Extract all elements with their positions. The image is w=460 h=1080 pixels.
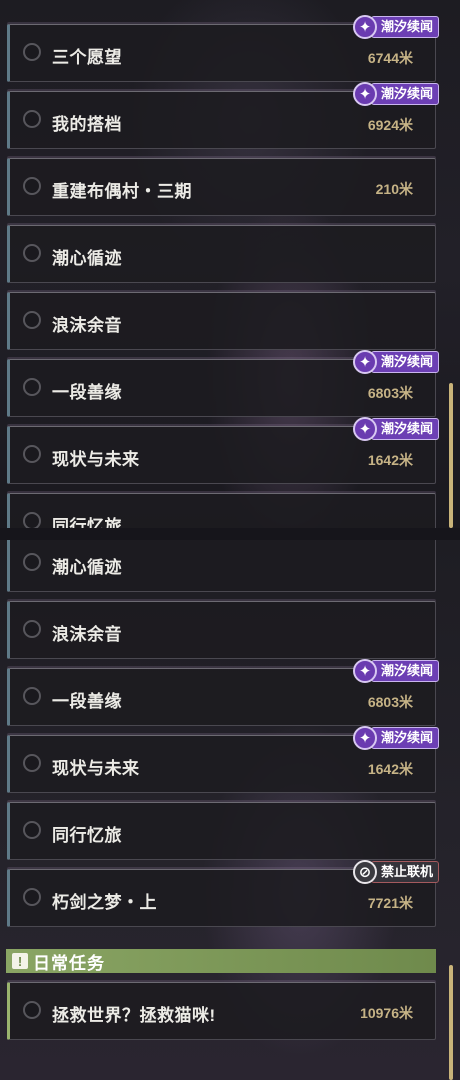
tide-wave-icon: ✦ xyxy=(352,417,377,441)
tide-wave-icon: ✦ xyxy=(352,350,377,374)
quest-item[interactable]: 一段善缘 6803米 ✦ 潮汐续闻 xyxy=(7,350,439,417)
quest-distance: 6924米 xyxy=(367,117,413,133)
quest-item[interactable]: 朽剑之梦・上 7721米 ⊘ 禁止联机 xyxy=(7,860,439,927)
quest-item[interactable]: 浪沫余音 xyxy=(7,292,436,350)
tide-wave-icon: ✦ xyxy=(352,726,377,750)
quest-distance: 6803米 xyxy=(367,385,413,401)
tide-wave-icon: ✦ xyxy=(352,15,377,39)
quest-item[interactable]: 拯救世界？拯救猫咪! 10976米 xyxy=(7,982,436,1040)
daily-section-title: 日常任务 xyxy=(33,953,105,973)
quest-title: 同行忆旅 xyxy=(52,517,122,528)
quest-item[interactable]: 浪沫余音 xyxy=(7,601,436,659)
tide-news-badge: ✦ 潮汐续闻 xyxy=(352,659,439,683)
track-radio[interactable] xyxy=(23,1001,41,1019)
exclamation-icon: ! xyxy=(12,953,28,969)
scrollbar-thumb[interactable] xyxy=(449,383,453,528)
quest-item[interactable]: 同行忆旅 xyxy=(7,802,436,860)
quest-distance: 6803米 xyxy=(367,694,413,710)
quest-item[interactable]: 一段善缘 6803米 ✦ 潮汐续闻 xyxy=(7,659,439,726)
quest-title: 一段善缘 xyxy=(52,692,122,711)
badge-label: 潮汐续闻 xyxy=(370,418,439,440)
quest-title: 现状与未来 xyxy=(52,450,140,469)
daily-section-header[interactable]: ! 日常任务 xyxy=(6,949,436,973)
tide-news-badge: ✦ 潮汐续闻 xyxy=(352,417,439,441)
tide-news-badge: ✦ 潮汐续闻 xyxy=(352,350,439,374)
quest-item[interactable]: 重建布偶村・三期 210米 xyxy=(7,158,436,216)
track-radio[interactable] xyxy=(23,110,41,128)
track-radio[interactable] xyxy=(23,311,41,329)
track-radio[interactable] xyxy=(23,177,41,195)
quest-distance: 210米 xyxy=(375,181,413,197)
quest-distance: 10976米 xyxy=(360,1005,413,1021)
track-radio[interactable] xyxy=(23,512,41,528)
tide-news-badge: ✦ 潮汐续闻 xyxy=(352,726,439,750)
track-radio[interactable] xyxy=(23,43,41,61)
track-radio[interactable] xyxy=(23,244,41,262)
quest-item[interactable]: 现状与未来 1642米 ✦ 潮汐续闻 xyxy=(7,726,439,793)
badge-label: 潮汐续闻 xyxy=(370,660,439,682)
quest-title: 浪沫余音 xyxy=(52,625,122,644)
quest-item[interactable]: 我的搭档 6924米 ✦ 潮汐续闻 xyxy=(7,82,439,149)
track-radio[interactable] xyxy=(23,620,41,638)
quest-title: 重建布偶村・三期 xyxy=(52,182,192,201)
quest-distance: 1642米 xyxy=(367,452,413,468)
quest-item[interactable]: 潮心循迹 xyxy=(7,225,436,283)
quest-item[interactable]: 同行忆旅 xyxy=(7,493,436,528)
track-radio[interactable] xyxy=(23,378,41,396)
quest-item[interactable]: 潮心循迹 xyxy=(7,540,436,592)
track-radio[interactable] xyxy=(23,445,41,463)
quest-title: 拯救世界？拯救猫咪! xyxy=(52,1006,216,1025)
quest-title: 一段善缘 xyxy=(52,383,122,402)
quest-distance: 1642米 xyxy=(367,761,413,777)
no-coop-icon: ⊘ xyxy=(352,860,377,884)
track-radio[interactable] xyxy=(23,754,41,772)
quest-title: 浪沫余音 xyxy=(52,316,122,335)
quest-list-panel-top: 三个愿望 6744米 ✦ 潮汐续闻 我的搭档 6924米 ✦ 潮汐续闻 重建布偶村・三期 210米… xyxy=(0,0,460,528)
quest-title: 三个愿望 xyxy=(52,48,122,67)
quest-distance: 6744米 xyxy=(367,50,413,66)
quest-item[interactable]: 现状与未来 1642米 ✦ 潮汐续闻 xyxy=(7,417,439,484)
track-radio[interactable] xyxy=(23,553,41,571)
badge-label: 潮汐续闻 xyxy=(370,16,439,38)
quest-title: 现状与未来 xyxy=(52,759,140,778)
tide-wave-icon: ✦ xyxy=(352,82,377,106)
screenshot-divider xyxy=(0,528,460,540)
quest-item[interactable]: 三个愿望 6744米 ✦ 潮汐续闻 xyxy=(7,15,439,82)
tide-wave-icon: ✦ xyxy=(352,659,377,683)
quest-title: 朽剑之梦・上 xyxy=(52,893,157,912)
tide-news-badge: ✦ 潮汐续闻 xyxy=(352,82,439,106)
badge-label: 潮汐续闻 xyxy=(370,727,439,749)
track-radio[interactable] xyxy=(23,687,41,705)
no-coop-badge: ⊘ 禁止联机 xyxy=(352,860,439,884)
badge-label: 潮汐续闻 xyxy=(370,83,439,105)
quest-title: 同行忆旅 xyxy=(52,826,122,845)
scrollbar-thumb[interactable] xyxy=(449,965,453,1080)
badge-label: 潮汐续闻 xyxy=(370,351,439,373)
tide-news-badge: ✦ 潮汐续闻 xyxy=(352,15,439,39)
badge-label: 禁止联机 xyxy=(370,861,439,883)
track-radio[interactable] xyxy=(23,821,41,839)
quest-title: 潮心循迹 xyxy=(52,558,122,577)
quest-title: 我的搭档 xyxy=(52,115,122,134)
quest-title: 潮心循迹 xyxy=(52,249,122,268)
track-radio[interactable] xyxy=(23,888,41,906)
quest-distance: 7721米 xyxy=(367,895,413,911)
